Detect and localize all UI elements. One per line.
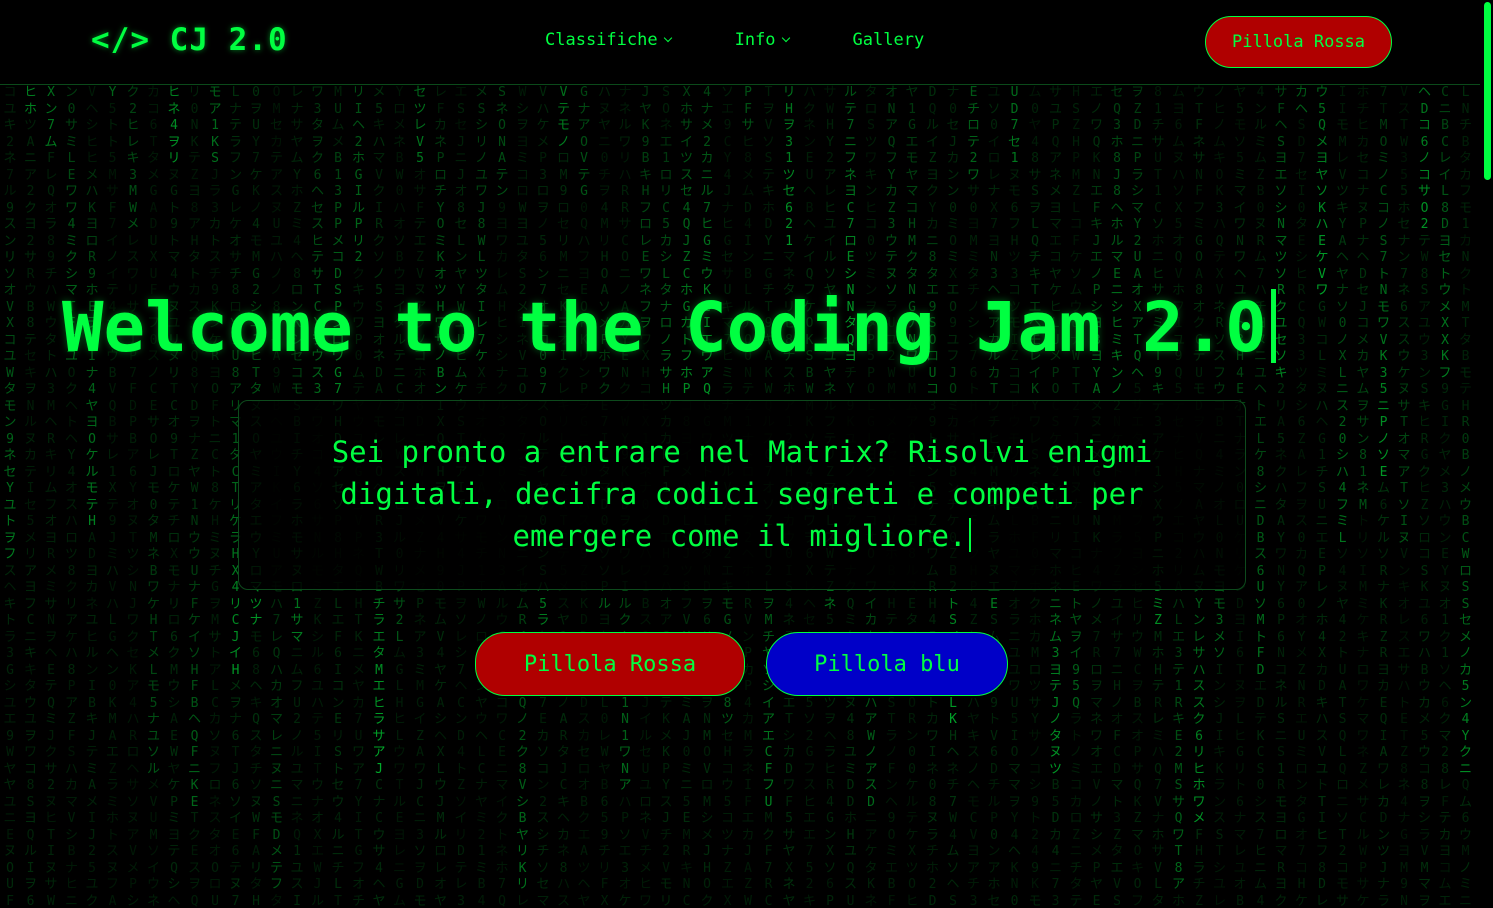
nav-item-classifiche[interactable]: Classifiche — [545, 30, 672, 50]
top-navigation-bar: </> CJ 2.0 Classifiche Info Gallery Pill… — [0, 0, 1480, 85]
typing-cursor — [969, 518, 972, 552]
chevron-down-icon — [663, 33, 672, 43]
site-logo[interactable]: </> CJ 2.0 — [91, 22, 288, 58]
hero-description-box: Sei pronto a entrare nel Matrix? Risolvi… — [238, 400, 1246, 590]
hero-description: Sei pronto a entrare nel Matrix? Risolvi… — [279, 431, 1205, 557]
hero-title-text: Welcome to the Coding Jam 2.0 — [62, 288, 1267, 368]
nav-item-label: Classifiche — [545, 30, 658, 50]
hero-description-text: Sei pronto a entrare nel Matrix? Risolvi… — [331, 435, 1153, 553]
main-nav: Classifiche Info Gallery — [545, 30, 924, 50]
hero-title: Welcome to the Coding Jam 2.0 — [62, 288, 1276, 368]
scrollbar-thumb[interactable] — [1484, 2, 1491, 180]
nav-item-label: Gallery — [852, 30, 925, 50]
nav-item-gallery[interactable]: Gallery — [853, 30, 925, 50]
page-scrollbar[interactable] — [1480, 0, 1493, 908]
nav-item-label: Info — [734, 30, 776, 50]
nav-item-info[interactable]: Info — [734, 30, 790, 50]
typing-cursor — [1270, 289, 1276, 363]
red-pill-button[interactable]: Pillola Rossa — [475, 632, 745, 696]
header-red-pill-button[interactable]: Pillola Rossa — [1205, 16, 1392, 68]
chevron-down-icon — [781, 33, 790, 43]
blue-pill-button[interactable]: Pillola blu — [766, 632, 1008, 696]
